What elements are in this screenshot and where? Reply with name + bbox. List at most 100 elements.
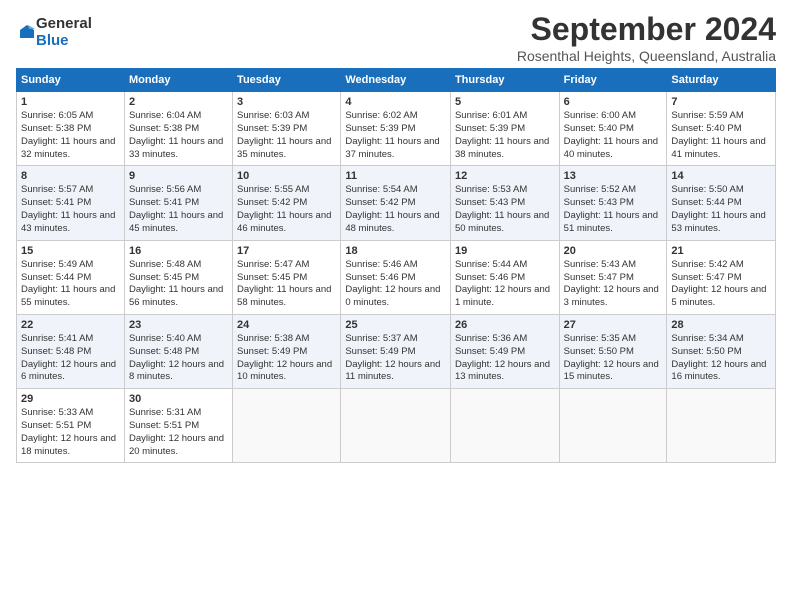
- day-number: 6: [564, 96, 663, 108]
- day-detail: Sunrise: 5:52 AMSunset: 5:43 PMDaylight:…: [564, 184, 663, 235]
- day-number: 1: [21, 96, 120, 108]
- header-friday: Friday: [559, 69, 667, 92]
- table-row: 28 Sunrise: 5:34 AMSunset: 5:50 PMDaylig…: [667, 314, 776, 388]
- day-number: 12: [455, 170, 555, 182]
- day-detail: Sunrise: 5:43 AMSunset: 5:47 PMDaylight:…: [564, 259, 663, 310]
- day-number: 20: [564, 245, 663, 257]
- month-title: September 2024: [517, 12, 776, 47]
- table-row: 20 Sunrise: 5:43 AMSunset: 5:47 PMDaylig…: [559, 240, 667, 314]
- day-number: 21: [671, 245, 771, 257]
- day-number: 29: [21, 393, 120, 405]
- day-detail: Sunrise: 5:31 AMSunset: 5:51 PMDaylight:…: [129, 407, 228, 458]
- day-number: 19: [455, 245, 555, 257]
- day-detail: Sunrise: 5:42 AMSunset: 5:47 PMDaylight:…: [671, 259, 771, 310]
- day-detail: Sunrise: 5:33 AMSunset: 5:51 PMDaylight:…: [21, 407, 120, 458]
- day-detail: Sunrise: 5:59 AMSunset: 5:40 PMDaylight:…: [671, 110, 771, 161]
- header-monday: Monday: [124, 69, 232, 92]
- day-number: 7: [671, 96, 771, 108]
- day-detail: Sunrise: 5:55 AMSunset: 5:42 PMDaylight:…: [237, 184, 336, 235]
- day-number: 10: [237, 170, 336, 182]
- logo-blue-text: Blue: [36, 32, 69, 49]
- table-row: [341, 389, 451, 463]
- table-row: 18 Sunrise: 5:46 AMSunset: 5:46 PMDaylig…: [341, 240, 451, 314]
- table-row: [233, 389, 341, 463]
- day-number: 22: [21, 319, 120, 331]
- day-detail: Sunrise: 5:49 AMSunset: 5:44 PMDaylight:…: [21, 259, 120, 310]
- day-detail: Sunrise: 5:41 AMSunset: 5:48 PMDaylight:…: [21, 333, 120, 384]
- calendar-week-row: 29 Sunrise: 5:33 AMSunset: 5:51 PMDaylig…: [17, 389, 776, 463]
- table-row: 23 Sunrise: 5:40 AMSunset: 5:48 PMDaylig…: [124, 314, 232, 388]
- day-detail: Sunrise: 5:46 AMSunset: 5:46 PMDaylight:…: [345, 259, 446, 310]
- day-detail: Sunrise: 5:37 AMSunset: 5:49 PMDaylight:…: [345, 333, 446, 384]
- header-wednesday: Wednesday: [341, 69, 451, 92]
- day-number: 13: [564, 170, 663, 182]
- header-sunday: Sunday: [17, 69, 125, 92]
- header-thursday: Thursday: [450, 69, 559, 92]
- day-detail: Sunrise: 5:54 AMSunset: 5:42 PMDaylight:…: [345, 184, 446, 235]
- day-detail: Sunrise: 5:48 AMSunset: 5:45 PMDaylight:…: [129, 259, 228, 310]
- table-row: 6 Sunrise: 6:00 AMSunset: 5:40 PMDayligh…: [559, 92, 667, 166]
- table-row: 30 Sunrise: 5:31 AMSunset: 5:51 PMDaylig…: [124, 389, 232, 463]
- table-row: 19 Sunrise: 5:44 AMSunset: 5:46 PMDaylig…: [450, 240, 559, 314]
- table-row: 13 Sunrise: 5:52 AMSunset: 5:43 PMDaylig…: [559, 166, 667, 240]
- day-number: 24: [237, 319, 336, 331]
- day-detail: Sunrise: 5:36 AMSunset: 5:49 PMDaylight:…: [455, 333, 555, 384]
- table-row: [667, 389, 776, 463]
- day-detail: Sunrise: 5:35 AMSunset: 5:50 PMDaylight:…: [564, 333, 663, 384]
- calendar-week-row: 22 Sunrise: 5:41 AMSunset: 5:48 PMDaylig…: [17, 314, 776, 388]
- calendar-week-row: 15 Sunrise: 5:49 AMSunset: 5:44 PMDaylig…: [17, 240, 776, 314]
- day-number: 16: [129, 245, 228, 257]
- table-row: 12 Sunrise: 5:53 AMSunset: 5:43 PMDaylig…: [450, 166, 559, 240]
- calendar-table: Sunday Monday Tuesday Wednesday Thursday…: [16, 68, 776, 463]
- day-number: 27: [564, 319, 663, 331]
- table-row: 9 Sunrise: 5:56 AMSunset: 5:41 PMDayligh…: [124, 166, 232, 240]
- logo-general-text: General: [36, 15, 92, 32]
- day-number: 18: [345, 245, 446, 257]
- day-detail: Sunrise: 6:03 AMSunset: 5:39 PMDaylight:…: [237, 110, 336, 161]
- location-subtitle: Rosenthal Heights, Queensland, Australia: [517, 48, 776, 64]
- header-saturday: Saturday: [667, 69, 776, 92]
- calendar-week-row: 1 Sunrise: 6:05 AMSunset: 5:38 PMDayligh…: [17, 92, 776, 166]
- day-detail: Sunrise: 5:50 AMSunset: 5:44 PMDaylight:…: [671, 184, 771, 235]
- table-row: 5 Sunrise: 6:01 AMSunset: 5:39 PMDayligh…: [450, 92, 559, 166]
- day-number: 4: [345, 96, 446, 108]
- table-row: 8 Sunrise: 5:57 AMSunset: 5:41 PMDayligh…: [17, 166, 125, 240]
- day-number: 9: [129, 170, 228, 182]
- day-detail: Sunrise: 6:01 AMSunset: 5:39 PMDaylight:…: [455, 110, 555, 161]
- day-number: 2: [129, 96, 228, 108]
- header-tuesday: Tuesday: [233, 69, 341, 92]
- day-detail: Sunrise: 5:40 AMSunset: 5:48 PMDaylight:…: [129, 333, 228, 384]
- day-number: 14: [671, 170, 771, 182]
- day-detail: Sunrise: 5:38 AMSunset: 5:49 PMDaylight:…: [237, 333, 336, 384]
- table-row: 27 Sunrise: 5:35 AMSunset: 5:50 PMDaylig…: [559, 314, 667, 388]
- day-number: 3: [237, 96, 336, 108]
- day-detail: Sunrise: 5:44 AMSunset: 5:46 PMDaylight:…: [455, 259, 555, 310]
- day-number: 28: [671, 319, 771, 331]
- table-row: 17 Sunrise: 5:47 AMSunset: 5:45 PMDaylig…: [233, 240, 341, 314]
- calendar-header-row: Sunday Monday Tuesday Wednesday Thursday…: [17, 69, 776, 92]
- table-row: 4 Sunrise: 6:02 AMSunset: 5:39 PMDayligh…: [341, 92, 451, 166]
- table-row: 24 Sunrise: 5:38 AMSunset: 5:49 PMDaylig…: [233, 314, 341, 388]
- table-row: 25 Sunrise: 5:37 AMSunset: 5:49 PMDaylig…: [341, 314, 451, 388]
- day-number: 25: [345, 319, 446, 331]
- calendar-week-row: 8 Sunrise: 5:57 AMSunset: 5:41 PMDayligh…: [17, 166, 776, 240]
- day-number: 15: [21, 245, 120, 257]
- logo: General Blue: [16, 16, 92, 49]
- table-row: 29 Sunrise: 5:33 AMSunset: 5:51 PMDaylig…: [17, 389, 125, 463]
- table-row: 15 Sunrise: 5:49 AMSunset: 5:44 PMDaylig…: [17, 240, 125, 314]
- day-detail: Sunrise: 5:53 AMSunset: 5:43 PMDaylight:…: [455, 184, 555, 235]
- day-number: 30: [129, 393, 228, 405]
- table-row: [559, 389, 667, 463]
- table-row: 14 Sunrise: 5:50 AMSunset: 5:44 PMDaylig…: [667, 166, 776, 240]
- table-row: 1 Sunrise: 6:05 AMSunset: 5:38 PMDayligh…: [17, 92, 125, 166]
- day-detail: Sunrise: 6:00 AMSunset: 5:40 PMDaylight:…: [564, 110, 663, 161]
- day-detail: Sunrise: 5:57 AMSunset: 5:41 PMDaylight:…: [21, 184, 120, 235]
- day-detail: Sunrise: 5:56 AMSunset: 5:41 PMDaylight:…: [129, 184, 228, 235]
- day-detail: Sunrise: 5:47 AMSunset: 5:45 PMDaylight:…: [237, 259, 336, 310]
- table-row: 26 Sunrise: 5:36 AMSunset: 5:49 PMDaylig…: [450, 314, 559, 388]
- table-row: 21 Sunrise: 5:42 AMSunset: 5:47 PMDaylig…: [667, 240, 776, 314]
- day-number: 11: [345, 170, 446, 182]
- day-detail: Sunrise: 5:34 AMSunset: 5:50 PMDaylight:…: [671, 333, 771, 384]
- day-number: 5: [455, 96, 555, 108]
- table-row: 3 Sunrise: 6:03 AMSunset: 5:39 PMDayligh…: [233, 92, 341, 166]
